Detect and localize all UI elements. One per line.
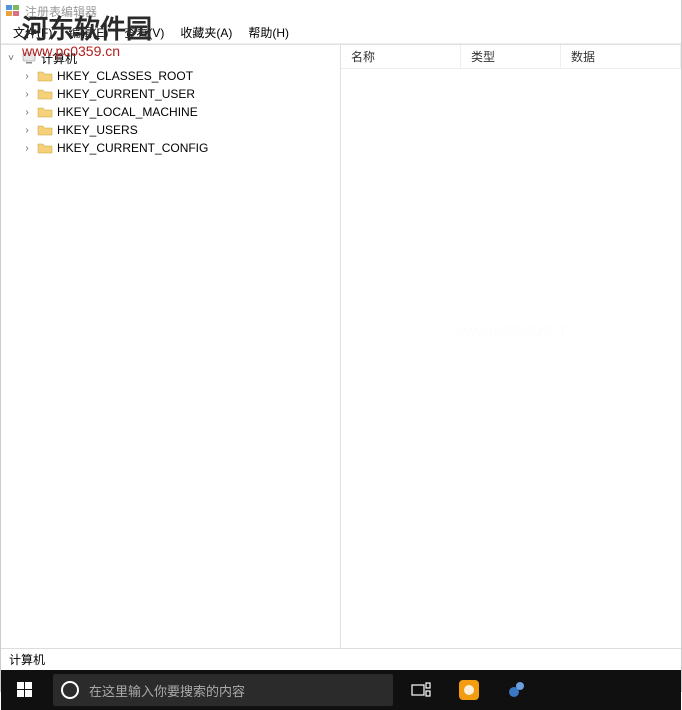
menu-edit[interactable]: 编辑(E) (60, 22, 116, 43)
window-title: 注册表编辑器 (25, 3, 97, 20)
list-body[interactable]: www.pc0359.NET (341, 69, 681, 648)
app-icon-orange (457, 678, 481, 702)
chevron-right-icon[interactable]: › (21, 124, 33, 136)
folder-icon (37, 86, 53, 102)
chevron-right-icon[interactable]: › (21, 88, 33, 100)
menu-file[interactable]: 文件(F) (5, 22, 60, 43)
app-icon-blue (505, 678, 529, 702)
content-area: ˅ 计算机 › HKEY_CLASSES_ROOT › HKEY_CURRENT… (1, 44, 681, 648)
title-bar: 注册表编辑器 (1, 0, 681, 22)
column-name[interactable]: 名称 (341, 45, 461, 68)
column-data[interactable]: 数据 (561, 45, 681, 68)
folder-icon (37, 104, 53, 120)
list-header: 名称 类型 数据 (341, 45, 681, 69)
menu-help[interactable]: 帮助(H) (240, 22, 297, 43)
column-type[interactable]: 类型 (461, 45, 561, 68)
windows-icon (17, 682, 33, 698)
tree-hive-users[interactable]: › HKEY_USERS (17, 121, 340, 139)
watermark-center: www.pc0359.NET (455, 322, 566, 338)
app-icon (5, 3, 21, 19)
folder-icon (37, 68, 53, 84)
chevron-right-icon[interactable]: › (21, 70, 33, 82)
cortana-icon (61, 681, 79, 699)
tree-root[interactable]: ˅ 计算机 (1, 49, 340, 67)
task-view-button[interactable] (397, 670, 445, 710)
chevron-down-icon[interactable]: ˅ (5, 52, 17, 64)
list-pane: 名称 类型 数据 www.pc0359.NET (341, 45, 681, 648)
tree-hive-current-user[interactable]: › HKEY_CURRENT_USER (17, 85, 340, 103)
taskbar: 在这里输入你要搜索的内容 (1, 670, 681, 710)
folder-icon (37, 122, 53, 138)
taskbar-app-1[interactable] (445, 670, 493, 710)
chevron-right-icon[interactable]: › (21, 106, 33, 118)
computer-icon (21, 50, 37, 66)
tree-root-label: 计算机 (41, 50, 77, 67)
menu-view[interactable]: 查看(V) (116, 22, 172, 43)
menu-bar: 文件(F) 编辑(E) 查看(V) 收藏夹(A) 帮助(H) (1, 22, 681, 44)
status-bar: 计算机 (1, 648, 681, 670)
tree-hive-label: HKEY_CLASSES_ROOT (57, 69, 193, 83)
tree-hive-local-machine[interactable]: › HKEY_LOCAL_MACHINE (17, 103, 340, 121)
chevron-right-icon[interactable]: › (21, 142, 33, 154)
tree-hive-label: HKEY_LOCAL_MACHINE (57, 105, 198, 119)
folder-icon (37, 140, 53, 156)
search-placeholder: 在这里输入你要搜索的内容 (89, 681, 245, 700)
status-path: 计算机 (9, 651, 45, 668)
taskbar-app-2[interactable] (493, 670, 541, 710)
tree-hive-label: HKEY_USERS (57, 123, 138, 137)
tree-pane[interactable]: ˅ 计算机 › HKEY_CLASSES_ROOT › HKEY_CURRENT… (1, 45, 341, 648)
tree-hive-label: HKEY_CURRENT_USER (57, 87, 195, 101)
menu-favorites[interactable]: 收藏夹(A) (172, 22, 240, 43)
task-view-icon (411, 682, 431, 698)
tree-hive-classes-root[interactable]: › HKEY_CLASSES_ROOT (17, 67, 340, 85)
tree-hive-current-config[interactable]: › HKEY_CURRENT_CONFIG (17, 139, 340, 157)
tree-hive-label: HKEY_CURRENT_CONFIG (57, 141, 208, 155)
start-button[interactable] (1, 670, 49, 710)
search-box[interactable]: 在这里输入你要搜索的内容 (53, 674, 393, 706)
tree-children: › HKEY_CLASSES_ROOT › HKEY_CURRENT_USER … (1, 67, 340, 157)
